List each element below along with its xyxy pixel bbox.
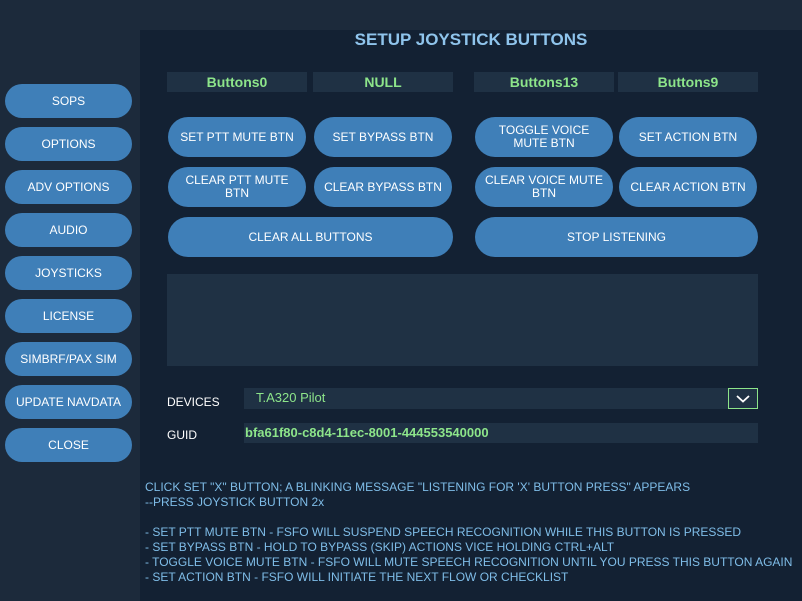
page-title: SETUP JOYSTICK BUTTONS (354, 30, 588, 49)
clear-all-buttons-button[interactable]: CLEAR ALL BUTTONS (168, 217, 453, 257)
bypass-assignment: NULL (313, 72, 453, 92)
devices-selected-value: T.A320 Pilot (256, 390, 326, 405)
help-note-action: - SET ACTION BTN - FSFO WILL INITIATE TH… (145, 570, 569, 584)
clear-voice-mute-button[interactable]: CLEAR VOICE MUTE BTN (475, 167, 613, 207)
sidebar-item-adv-options[interactable]: ADV OPTIONS (5, 170, 132, 204)
clear-ptt-mute-button[interactable]: CLEAR PTT MUTE BTN (168, 167, 306, 207)
set-ptt-mute-button[interactable]: SET PTT MUTE BTN (168, 117, 306, 157)
devices-dropdown[interactable]: T.A320 Pilot (244, 388, 758, 409)
clear-action-button[interactable]: CLEAR ACTION BTN (619, 167, 757, 207)
voice-mute-assignment: Buttons13 (474, 72, 614, 92)
action-assignment: Buttons9 (618, 72, 758, 92)
listening-message-area (167, 274, 758, 366)
ptt-mute-assignment: Buttons0 (167, 72, 307, 92)
sidebar-item-sops[interactable]: SOPS (5, 84, 132, 118)
help-note-voice-mute: - TOGGLE VOICE MUTE BTN - FSFO WILL MUTE… (145, 555, 793, 569)
sidebar-item-audio[interactable]: AUDIO (5, 213, 132, 247)
sidebar-item-update-navdata[interactable]: UPDATE NAVDATA (5, 385, 132, 419)
sidebar-item-simbrf-pax-sim[interactable]: SIMBRF/PAX SIM (5, 342, 132, 376)
help-note-ptt: - SET PTT MUTE BTN - FSFO WILL SUSPEND S… (145, 525, 742, 539)
toggle-voice-mute-button[interactable]: TOGGLE VOICE MUTE BTN (475, 117, 613, 157)
guid-value: bfa61f80-c8d4-11ec-8001-444553540000 (244, 423, 758, 443)
help-line-1: CLICK SET "X" BUTTON; A BLINKING MESSAGE… (145, 480, 691, 494)
help-line-2: --PRESS JOYSTICK BUTTON 2x (145, 495, 325, 509)
chevron-down-icon[interactable] (728, 388, 758, 409)
sidebar-item-options[interactable]: OPTIONS (5, 127, 132, 161)
guid-label: GUID (167, 428, 197, 442)
help-note-bypass: - SET BYPASS BTN - HOLD TO BYPASS (SKIP)… (145, 540, 615, 554)
set-bypass-button[interactable]: SET BYPASS BTN (314, 117, 452, 157)
clear-bypass-button[interactable]: CLEAR BYPASS BTN (314, 167, 452, 207)
sidebar-item-license[interactable]: LICENSE (5, 299, 132, 333)
stop-listening-button[interactable]: STOP LISTENING (475, 217, 758, 257)
set-action-button[interactable]: SET ACTION BTN (619, 117, 757, 157)
devices-label: DEVICES (167, 395, 220, 409)
sidebar-item-close[interactable]: CLOSE (5, 428, 132, 462)
title-bar-strip (0, 0, 802, 30)
sidebar-item-joysticks[interactable]: JOYSTICKS (5, 256, 132, 290)
